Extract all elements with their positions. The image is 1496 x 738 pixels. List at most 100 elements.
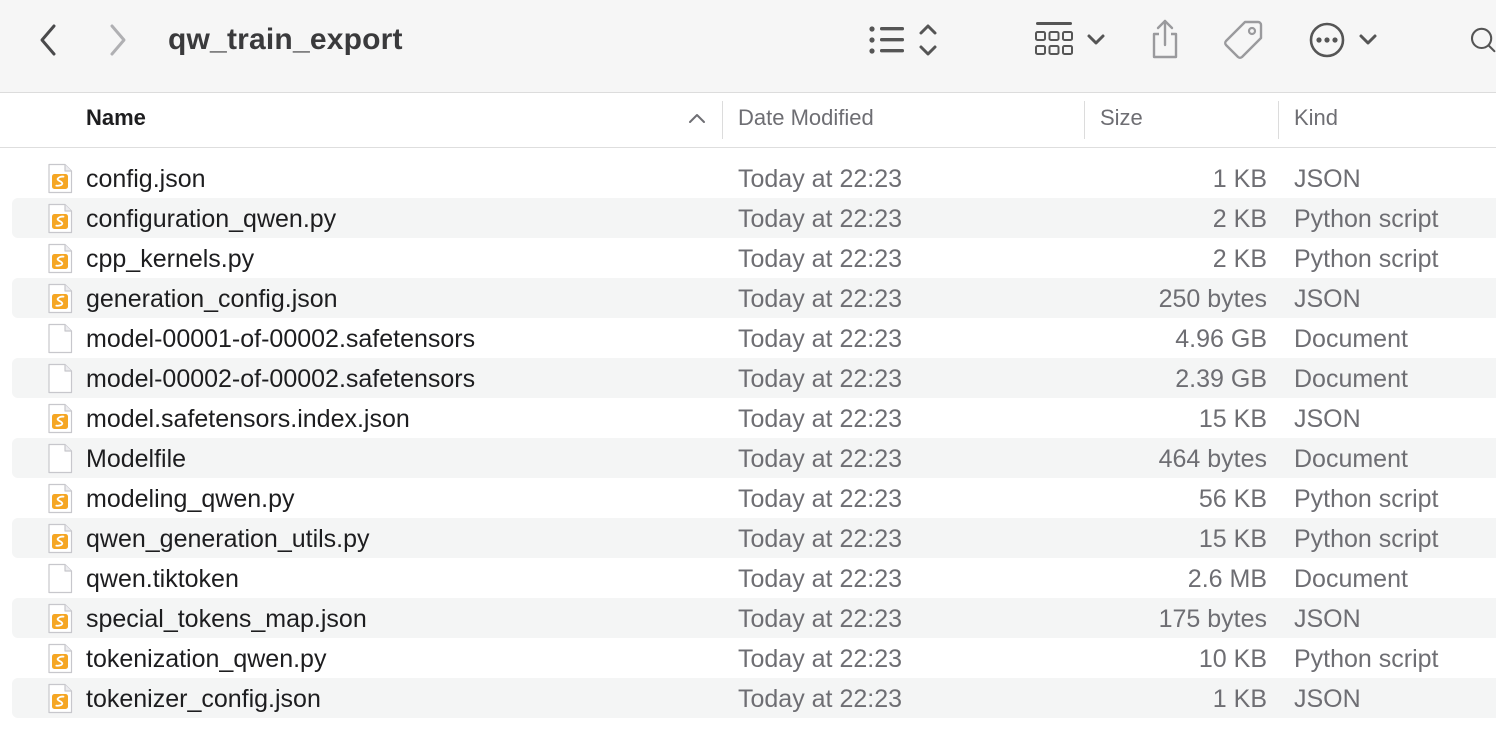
back-button[interactable] (28, 20, 68, 60)
column-divider[interactable] (1084, 101, 1085, 139)
file-row[interactable]: Modelfile Today at 22:23 464 bytes Document (12, 438, 1496, 478)
file-kind: Python script (1294, 525, 1439, 553)
file-kind: Python script (1294, 205, 1439, 233)
file-date-modified: Today at 22:23 (738, 485, 903, 513)
file-row[interactable]: special_tokens_map.json Today at 22:23 175… (12, 598, 1496, 638)
more-actions-button[interactable] (1306, 18, 1382, 62)
file-size: 464 bytes (1158, 445, 1267, 473)
file-row[interactable]: qwen_generation_utils.py Today at 22:23 15… (12, 518, 1496, 558)
toolbar: qw_train_export (0, 0, 1496, 93)
file-size: 10 KB (1198, 645, 1267, 673)
column-divider[interactable] (1278, 101, 1279, 139)
share-icon (1152, 19, 1178, 59)
blank-document-icon (47, 363, 73, 394)
file-row[interactable]: generation_config.json Today at 22:23 250 … (12, 278, 1496, 318)
file-kind: Python script (1294, 485, 1439, 513)
forward-button[interactable] (98, 20, 138, 60)
file-kind: Document (1294, 565, 1408, 593)
file-name: special_tokens_map.json (86, 605, 367, 633)
swift-file-icon (47, 483, 73, 514)
file-row[interactable]: tokenization_qwen.py Today at 22:23 10 KB P… (12, 638, 1496, 678)
search-icon (1470, 27, 1496, 53)
file-date-modified: Today at 22:23 (738, 685, 903, 713)
list-view-icon (869, 24, 937, 56)
file-row[interactable]: configuration_qwen.py Today at 22:23 2 KB P… (12, 198, 1496, 238)
file-name: qwen.tiktoken (86, 565, 239, 593)
swift-file-icon (47, 203, 73, 234)
file-date-modified: Today at 22:23 (738, 605, 903, 633)
file-kind: JSON (1294, 685, 1361, 713)
file-name: qwen_generation_utils.py (86, 525, 370, 553)
search-button[interactable] (1464, 18, 1496, 62)
file-row[interactable]: modeling_qwen.py Today at 22:23 56 KB Pytho… (12, 478, 1496, 518)
file-date-modified: Today at 22:23 (738, 165, 903, 193)
file-row[interactable]: cpp_kernels.py Today at 22:23 2 KB Python s… (12, 238, 1496, 278)
file-name: tokenization_qwen.py (86, 645, 327, 673)
file-name: cpp_kernels.py (86, 245, 255, 273)
file-row[interactable]: model-00002-of-00002.safetensors Today at… (12, 358, 1496, 398)
ellipsis-circle-icon (1309, 22, 1377, 58)
column-divider[interactable] (722, 101, 723, 139)
blank-document-icon (47, 443, 73, 474)
file-kind: JSON (1294, 405, 1361, 433)
file-date-modified: Today at 22:23 (738, 245, 903, 273)
file-name: generation_config.json (86, 285, 338, 313)
file-name: tokenizer_config.json (86, 685, 321, 713)
file-size: 4.96 GB (1175, 325, 1267, 353)
group-grid-icon (1035, 22, 1105, 55)
view-options-button[interactable] (862, 18, 948, 62)
file-name: model.safetensors.index.json (86, 405, 410, 433)
column-size-header[interactable]: Size (1100, 93, 1143, 147)
swift-file-icon (47, 243, 73, 274)
swift-file-icon (47, 523, 73, 554)
file-date-modified: Today at 22:23 (738, 565, 903, 593)
file-kind: JSON (1294, 605, 1361, 633)
file-size: 1 KB (1212, 685, 1267, 713)
file-row[interactable]: model-00001-of-00002.safetensors Today at… (12, 318, 1496, 358)
file-size: 2 KB (1212, 205, 1267, 233)
file-kind: Document (1294, 365, 1408, 393)
file-kind: Python script (1294, 645, 1439, 673)
file-size: 2 KB (1212, 245, 1267, 273)
file-size: 1 KB (1212, 165, 1267, 193)
swift-file-icon (47, 643, 73, 674)
file-date-modified: Today at 22:23 (738, 445, 903, 473)
file-date-modified: Today at 22:23 (738, 525, 903, 553)
file-name: Modelfile (86, 445, 187, 473)
swift-file-icon (47, 403, 73, 434)
file-name: config.json (86, 165, 206, 193)
file-row[interactable]: qwen.tiktoken Today at 22:23 2.6 MB Documen… (12, 558, 1496, 598)
column-name-header[interactable]: Name (86, 93, 146, 147)
file-date-modified: Today at 22:23 (738, 365, 903, 393)
file-name: model-00002-of-00002.safetensors (86, 365, 476, 393)
swift-file-icon (47, 603, 73, 634)
group-button[interactable] (1030, 18, 1110, 62)
swift-file-icon (47, 163, 73, 194)
file-kind: Document (1294, 325, 1408, 353)
file-row[interactable]: config.json Today at 22:23 1 KB JSON (12, 158, 1496, 198)
file-size: 250 bytes (1158, 285, 1267, 313)
column-date-header[interactable]: Date Modified (738, 93, 874, 147)
file-name: modeling_qwen.py (86, 485, 295, 513)
file-date-modified: Today at 22:23 (738, 325, 903, 353)
blank-document-icon (47, 563, 73, 594)
swift-file-icon (47, 283, 73, 314)
share-button[interactable] (1144, 16, 1186, 62)
file-size: 175 bytes (1158, 605, 1267, 633)
file-row[interactable]: tokenizer_config.json Today at 22:23 1 KB J… (12, 678, 1496, 718)
file-kind: Python script (1294, 245, 1439, 273)
file-kind: Document (1294, 445, 1408, 473)
sort-ascending-icon[interactable] (686, 107, 708, 129)
file-row[interactable]: model.safetensors.index.json Today at 22:… (12, 398, 1496, 438)
chevron-right-icon (110, 24, 126, 56)
blank-document-icon (47, 323, 73, 354)
tag-icon (1224, 20, 1263, 59)
chevron-left-icon (40, 24, 56, 56)
column-header: Name Date Modified Size Kind (0, 93, 1496, 148)
file-date-modified: Today at 22:23 (738, 405, 903, 433)
file-size: 56 KB (1198, 485, 1267, 513)
file-date-modified: Today at 22:23 (738, 645, 903, 673)
file-kind: JSON (1294, 165, 1361, 193)
column-kind-header[interactable]: Kind (1294, 93, 1338, 147)
tag-button[interactable] (1218, 16, 1268, 62)
